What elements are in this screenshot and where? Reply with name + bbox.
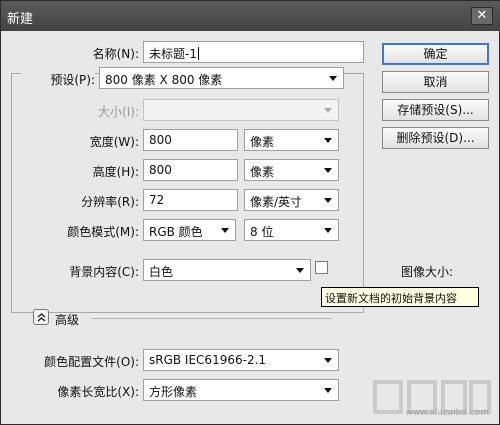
chevron-down-icon [324, 388, 332, 393]
height-unit-value: 像素 [250, 165, 275, 179]
tooltip: 设置新文档的初始背景内容 [321, 287, 479, 307]
chevron-down-icon [329, 76, 337, 81]
chevron-down-icon [324, 168, 332, 173]
advanced-toggle[interactable] [33, 309, 49, 325]
preset-label: 预设(P): [21, 71, 95, 88]
pixel-aspect-label: 像素长宽比(X): [57, 385, 139, 399]
width-unit-value: 像素 [250, 135, 275, 149]
chevron-down-icon [324, 228, 332, 233]
color-profile-label: 颜色配置文件(O): [44, 355, 139, 369]
name-value: 未标题-1 [149, 47, 197, 61]
background-color-swatch[interactable] [315, 261, 328, 274]
new-document-dialog: 新建 ✕ 名称(N): 未标题-1 预设(P): 800 像素 X 800 像素… [0, 0, 500, 425]
preset-select[interactable]: 800 像素 X 800 像素 [99, 67, 344, 89]
background-value: 白色 [149, 265, 174, 279]
image-size-label: 图像大小: [401, 265, 454, 279]
color-mode-value: RGB 颜色 [149, 225, 203, 239]
chevron-down-icon [324, 138, 332, 143]
chevron-down-icon [324, 358, 332, 363]
width-label: 宽度(W): [89, 135, 139, 149]
size-select[interactable] [143, 99, 339, 121]
background-label: 背景内容(C): [69, 265, 139, 279]
double-chevron-up-icon [37, 313, 46, 322]
chevron-down-icon [324, 198, 332, 203]
name-label: 名称(N): [92, 47, 139, 61]
watermark-text: www.xiazaiba.com [405, 408, 489, 418]
resolution-label: 分辨率(R): [81, 195, 139, 209]
pixel-aspect-value: 方形像素 [149, 385, 198, 399]
close-button[interactable]: ✕ [471, 7, 493, 25]
preset-value: 800 像素 X 800 像素 [105, 73, 223, 87]
height-input[interactable]: 800 [143, 159, 238, 181]
color-profile-value: sRGB IEC61966-2.1 [149, 353, 267, 367]
height-unit-select[interactable]: 像素 [244, 159, 339, 181]
chevron-down-icon [221, 228, 229, 233]
resolution-unit-select[interactable]: 像素/英寸 [244, 189, 339, 211]
advanced-divider [91, 318, 331, 319]
color-mode-label: 颜色模式(M): [67, 225, 139, 239]
cancel-button[interactable]: 取消 [382, 71, 489, 93]
height-label: 高度(H): [92, 165, 139, 179]
name-input[interactable]: 未标题-1 [143, 41, 364, 63]
width-input[interactable]: 800 [143, 129, 238, 151]
bit-depth-select[interactable]: 8 位 [244, 219, 339, 241]
dialog-title: 新建 [7, 12, 34, 27]
width-unit-select[interactable]: 像素 [244, 129, 339, 151]
save-preset-button[interactable]: 存储预设(S)... [382, 99, 489, 121]
text-caret [197, 47, 199, 60]
color-mode-select[interactable]: RGB 颜色 [143, 219, 236, 241]
background-select[interactable]: 白色 [143, 259, 311, 281]
ok-button[interactable]: 确定 [382, 43, 489, 65]
resolution-unit-value: 像素/英寸 [250, 195, 303, 209]
advanced-label: 高级 [55, 313, 80, 327]
delete-preset-button[interactable]: 删除预设(D)... [382, 127, 489, 149]
bit-depth-value: 8 位 [250, 225, 274, 239]
close-icon: ✕ [476, 8, 488, 23]
pixel-aspect-select[interactable]: 方形像素 [143, 379, 339, 401]
title-bar: 新建 ✕ [1, 1, 500, 31]
chevron-down-icon [324, 108, 332, 113]
chevron-down-icon [296, 268, 304, 273]
color-profile-select[interactable]: sRGB IEC61966-2.1 [143, 349, 339, 371]
size-label: 大小(I): [98, 105, 139, 119]
resolution-input[interactable]: 72 [143, 189, 238, 211]
